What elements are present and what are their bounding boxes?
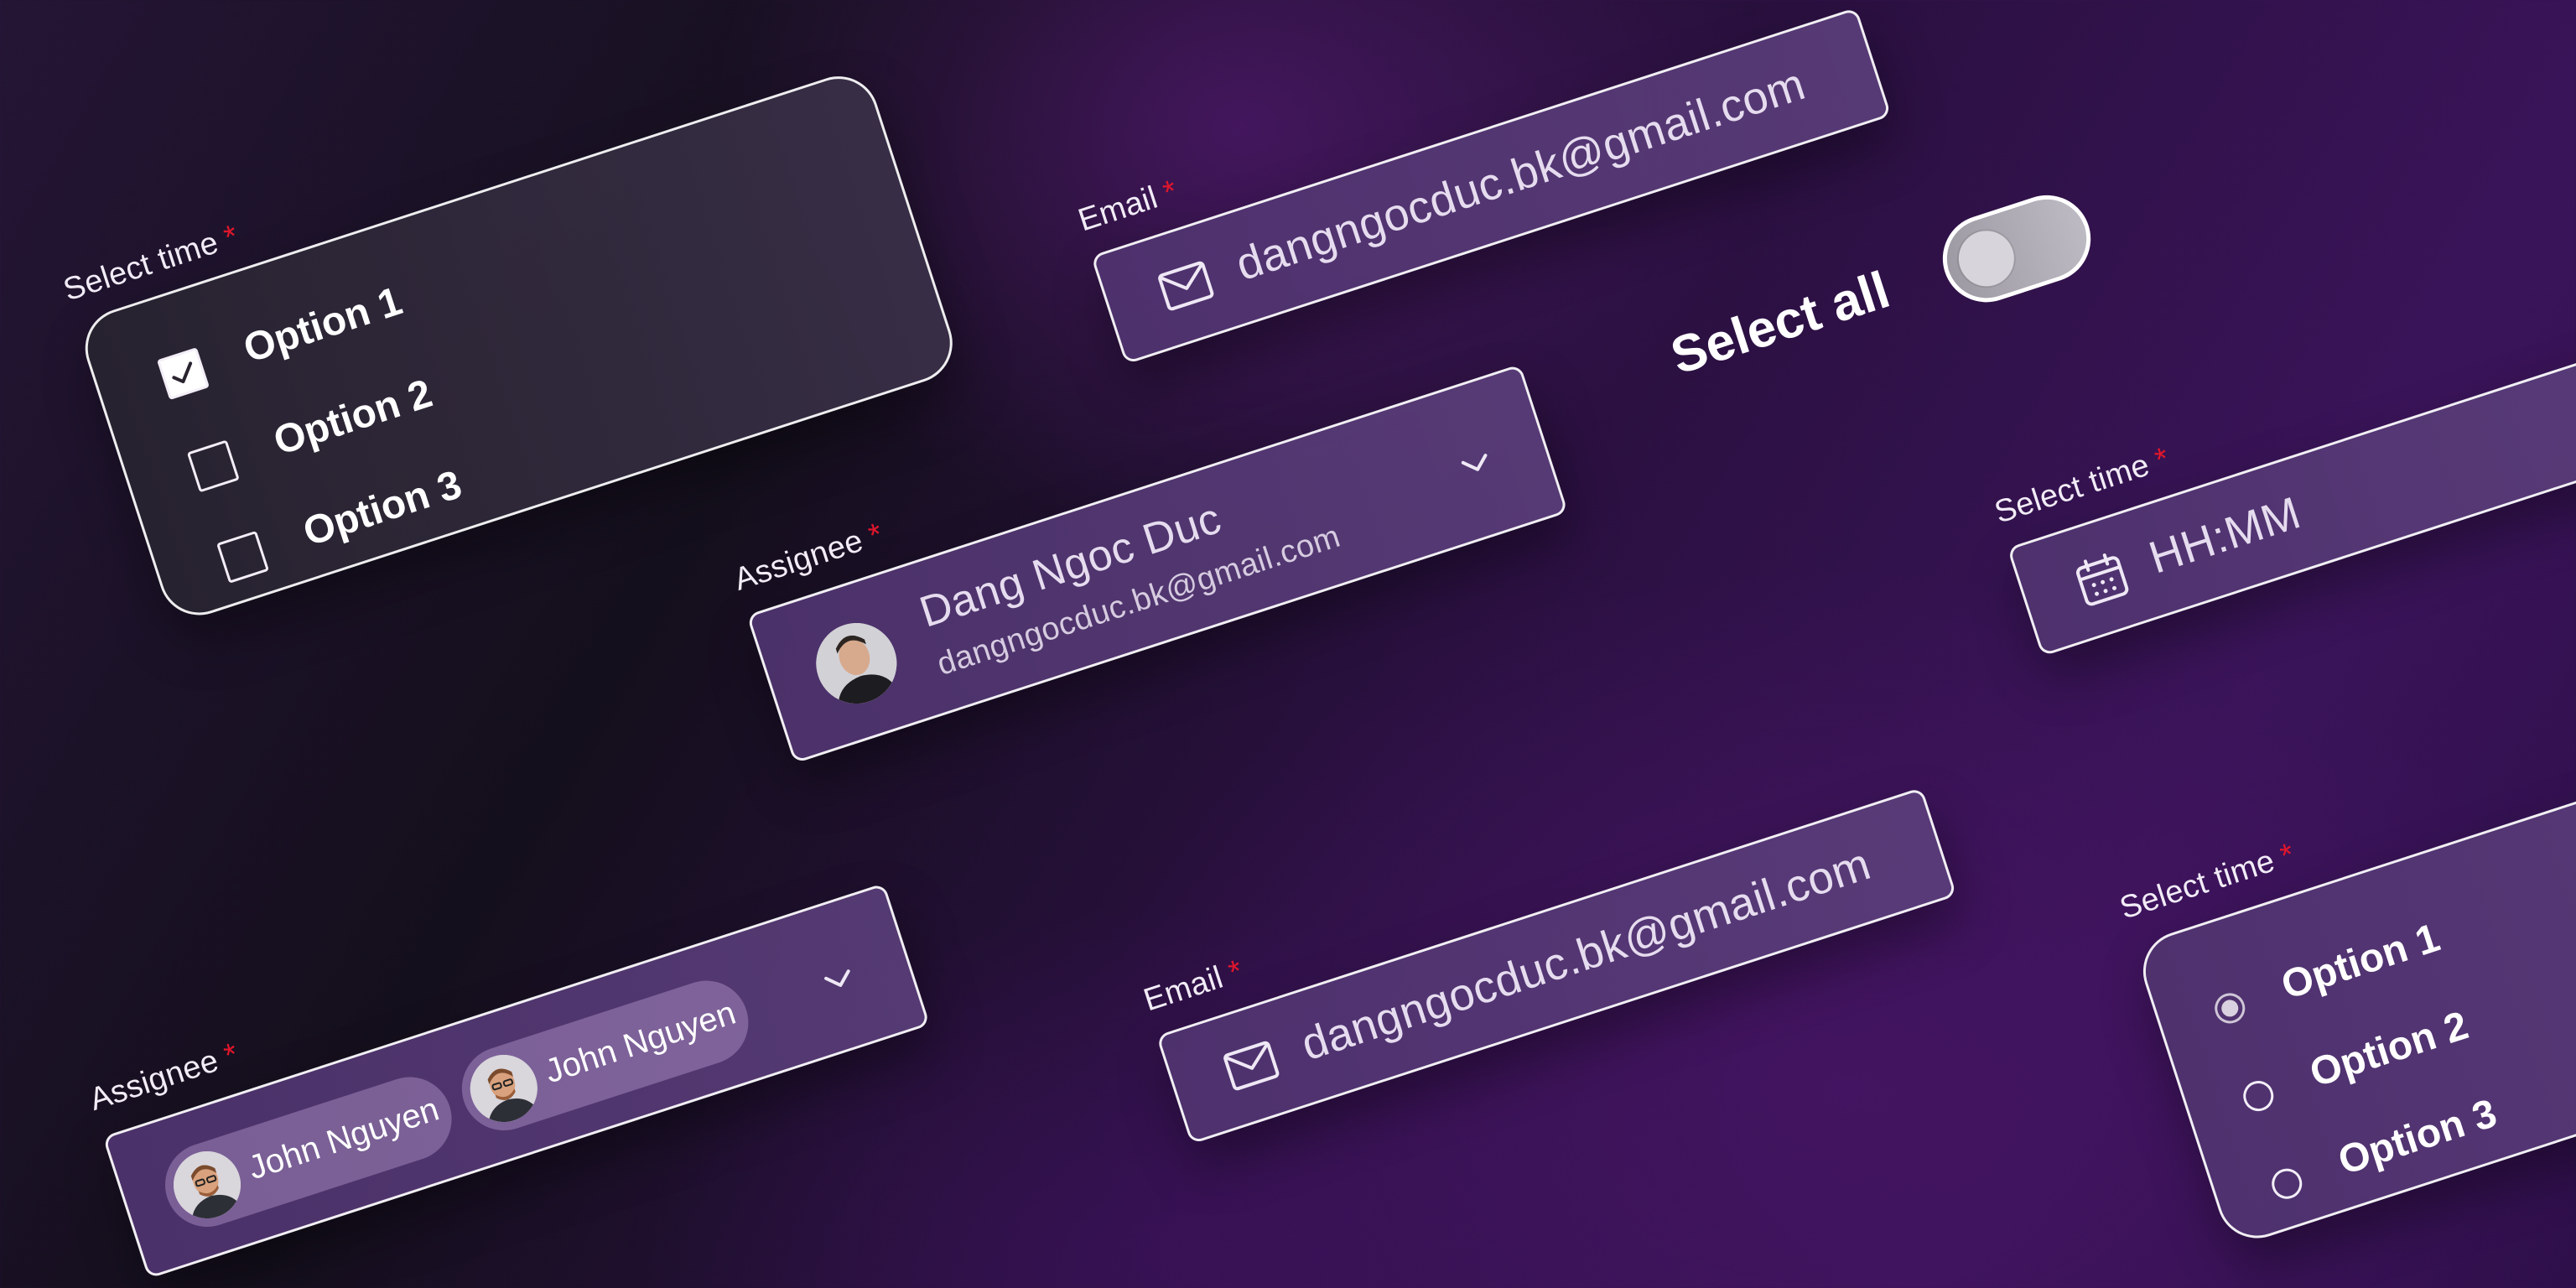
time-placeholder: HH:MM (2142, 487, 2307, 584)
chip-label-1: John Nguyen (243, 1090, 444, 1187)
required-mark: * (1159, 173, 1182, 211)
email-value: dangngocduc.bk@gmail.com (1229, 59, 1811, 291)
required-mark: * (864, 517, 888, 554)
chip-label-2: John Nguyen (540, 994, 740, 1091)
required-mark: * (1224, 953, 1248, 991)
radio-option-3-label: Option 3 (2333, 1091, 2502, 1184)
checkbox-option-1-label: Option 1 (238, 278, 408, 372)
radio-option-1-label: Option 1 (2276, 915, 2445, 1009)
assignee-chip-2[interactable]: John Nguyen (450, 969, 760, 1142)
checkbox-option-2[interactable] (186, 439, 240, 493)
check-icon (172, 361, 193, 384)
email-label: Email* (1140, 953, 1248, 1019)
email-value: dangngocduc.bk@gmail.com (1295, 839, 1877, 1071)
assignee-multi-select[interactable]: John Nguyen John Nguyen (102, 882, 931, 1280)
radio-option-2[interactable] (2239, 1077, 2277, 1115)
checkbox-option-1[interactable] (156, 347, 210, 401)
select-all-label: Select all (1664, 261, 1897, 386)
chevron-down-icon[interactable] (1457, 449, 1494, 479)
chip-avatar (164, 1142, 250, 1228)
required-mark: * (2276, 836, 2299, 875)
email-label: Email* (1074, 174, 1182, 239)
radio-group-card: Option 1 Option 2 Option 3 (2132, 748, 2576, 1249)
checkbox-option-3-label: Option 3 (298, 462, 467, 555)
select-all-toggle[interactable] (1931, 184, 2102, 314)
required-mark: * (2151, 440, 2174, 479)
radio-option-2-label: Option 2 (2304, 1003, 2474, 1096)
toggle-knob (1951, 223, 2022, 293)
mail-icon (1158, 261, 1214, 311)
label-text: Email (1073, 179, 1162, 239)
assignee-select[interactable]: Dang Ngoc Duc dangngocduc.bk@gmail.com (746, 364, 1569, 764)
chevron-down-icon[interactable] (820, 965, 858, 995)
required-mark: * (220, 1036, 243, 1074)
radio-option-3[interactable] (2267, 1164, 2306, 1203)
chip-avatar (461, 1046, 547, 1131)
mail-icon (1223, 1041, 1280, 1091)
email-input-bottom[interactable]: dangngocduc.bk@gmail.com (1156, 787, 1957, 1145)
assignee-chip-1[interactable]: John Nguyen (154, 1066, 463, 1238)
required-mark: * (220, 218, 243, 257)
radio-option-1[interactable] (2210, 989, 2249, 1028)
label-text: Email (1139, 959, 1228, 1019)
calendar-icon (2075, 553, 2129, 606)
avatar (805, 612, 907, 714)
checkbox-option-2-label: Option 2 (268, 371, 438, 465)
checkbox-option-3[interactable] (216, 530, 270, 584)
